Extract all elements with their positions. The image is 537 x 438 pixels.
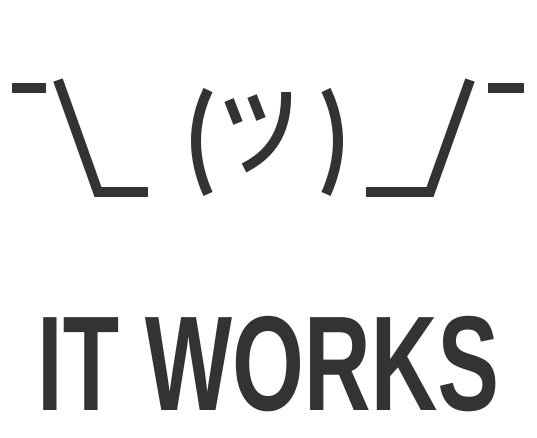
left-arm (53, 78, 148, 197)
tsu-dot-2 (247, 94, 266, 121)
shrug-emoticon: ¯\_(ツ)_/¯ (12, 78, 524, 197)
right-arm (366, 78, 475, 197)
meme-image: ¯\_(ツ)_/¯ IT WORKS (0, 0, 537, 438)
caption-text: IT WORKS (37, 300, 499, 430)
svg-text:IT WORKS: IT WORKS (37, 300, 499, 430)
right-paren (321, 87, 343, 197)
caption: IT WORKS (0, 300, 537, 430)
tsu-dot-1 (224, 98, 243, 125)
left-paren (191, 87, 213, 197)
